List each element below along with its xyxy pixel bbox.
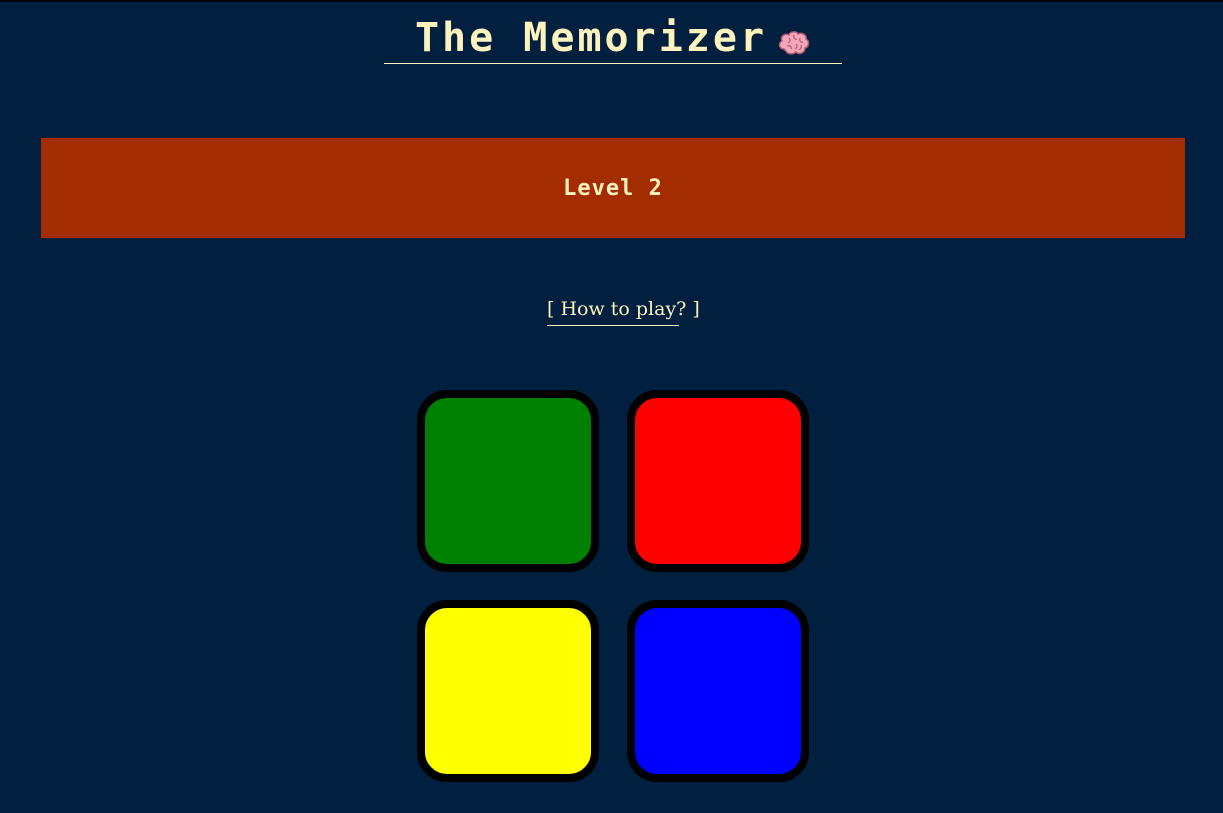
yellow-pad-button[interactable] xyxy=(417,600,599,782)
top-border xyxy=(0,0,1223,2)
how-to-play-link[interactable]: [ How to play? ] xyxy=(547,296,700,326)
red-pad-button[interactable] xyxy=(627,390,809,572)
level-title: Level 2 xyxy=(563,175,663,201)
blue-pad-button[interactable] xyxy=(627,600,809,782)
level-banner: Level 2 xyxy=(41,138,1185,238)
brain-icon xyxy=(777,29,811,61)
green-pad-button[interactable] xyxy=(417,390,599,572)
page-title: The Memorizer xyxy=(384,14,842,64)
page-title-text: The Memorizer xyxy=(414,15,768,61)
